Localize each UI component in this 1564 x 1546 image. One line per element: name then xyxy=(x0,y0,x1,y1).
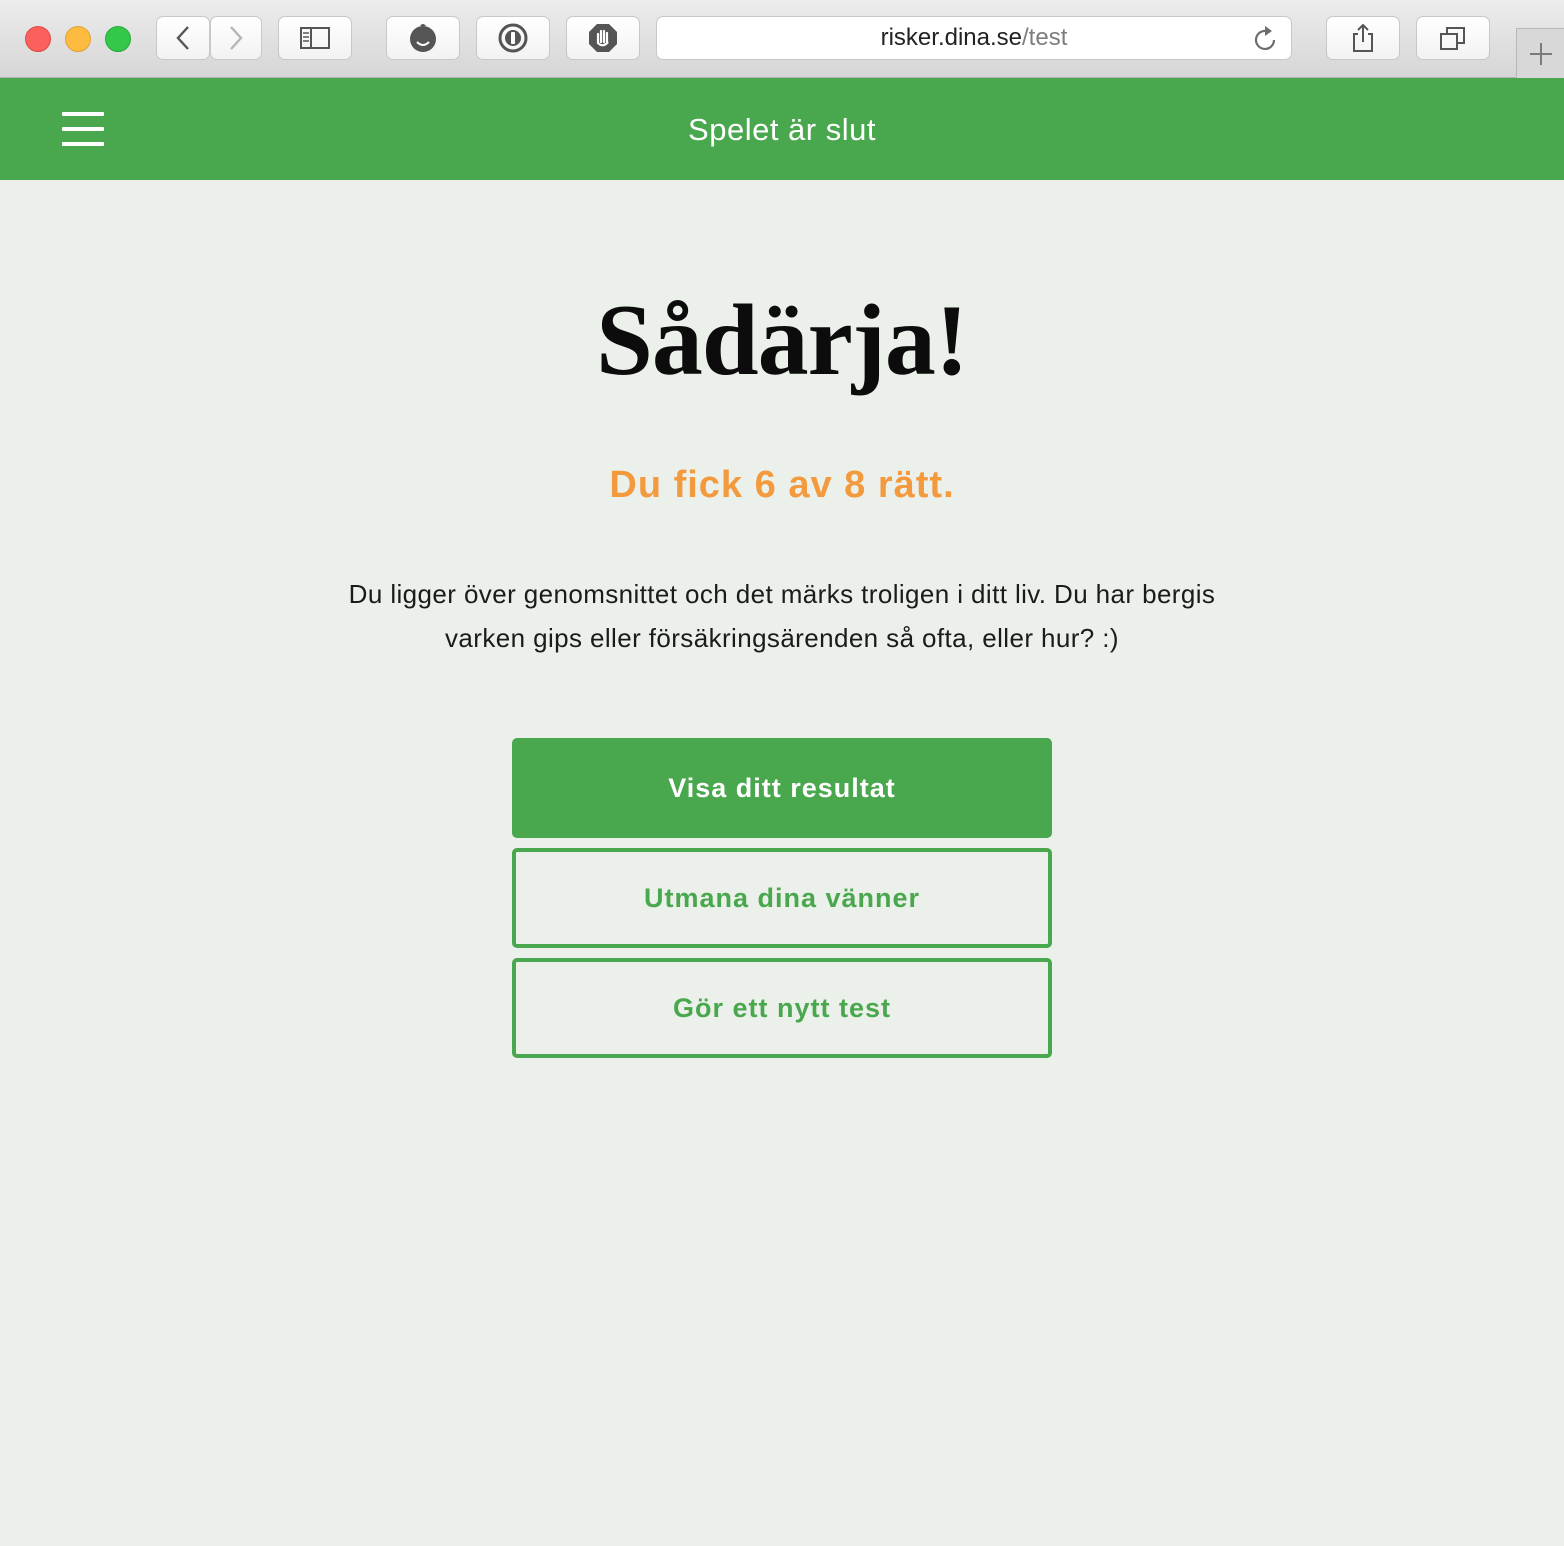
challenge-friends-button[interactable]: Utmana dina vänner xyxy=(512,848,1052,948)
plus-icon xyxy=(1529,42,1552,65)
header-title: Spelet är slut xyxy=(688,112,876,147)
password-manager-button[interactable] xyxy=(476,16,550,60)
result-description: Du ligger över genomsnittet och det märk… xyxy=(348,579,1216,653)
mascot-extension-icon xyxy=(410,24,436,52)
minimize-window-button[interactable] xyxy=(65,26,91,52)
url-path: /test xyxy=(1022,24,1068,51)
share-button[interactable] xyxy=(1326,16,1400,60)
adblock-button[interactable] xyxy=(566,16,640,60)
forward-button[interactable] xyxy=(210,16,262,60)
zoom-window-button[interactable] xyxy=(105,26,131,52)
show-result-button[interactable]: Visa ditt resultat xyxy=(512,738,1052,838)
tabs-icon xyxy=(1440,27,1465,50)
score-text: Du fick 6 av 8 rätt. xyxy=(609,464,955,506)
new-tab-button[interactable] xyxy=(1516,28,1564,78)
close-window-button[interactable] xyxy=(25,26,51,52)
share-icon xyxy=(1353,23,1373,52)
reload-icon[interactable] xyxy=(1253,25,1279,53)
url-host: risker.dina.se xyxy=(880,24,1023,51)
chevron-left-icon xyxy=(176,26,189,50)
result-headline: Sådärja! xyxy=(596,284,969,397)
sidebar-icon xyxy=(300,27,330,49)
back-button[interactable] xyxy=(156,16,210,60)
browser-toolbar: risker.dina.se/test xyxy=(0,0,1564,78)
app-header: Spelet är slut xyxy=(0,78,1564,180)
extension-button-1[interactable] xyxy=(386,16,460,60)
chevron-right-icon xyxy=(230,26,243,50)
stop-hand-icon xyxy=(589,24,617,52)
tabs-overview-button[interactable] xyxy=(1416,16,1490,60)
new-test-button[interactable]: Gör ett nytt test xyxy=(512,958,1052,1058)
sidebar-toggle-button[interactable] xyxy=(278,16,352,60)
keyhole-icon xyxy=(498,23,528,53)
address-bar[interactable]: risker.dina.se/test xyxy=(656,16,1292,60)
